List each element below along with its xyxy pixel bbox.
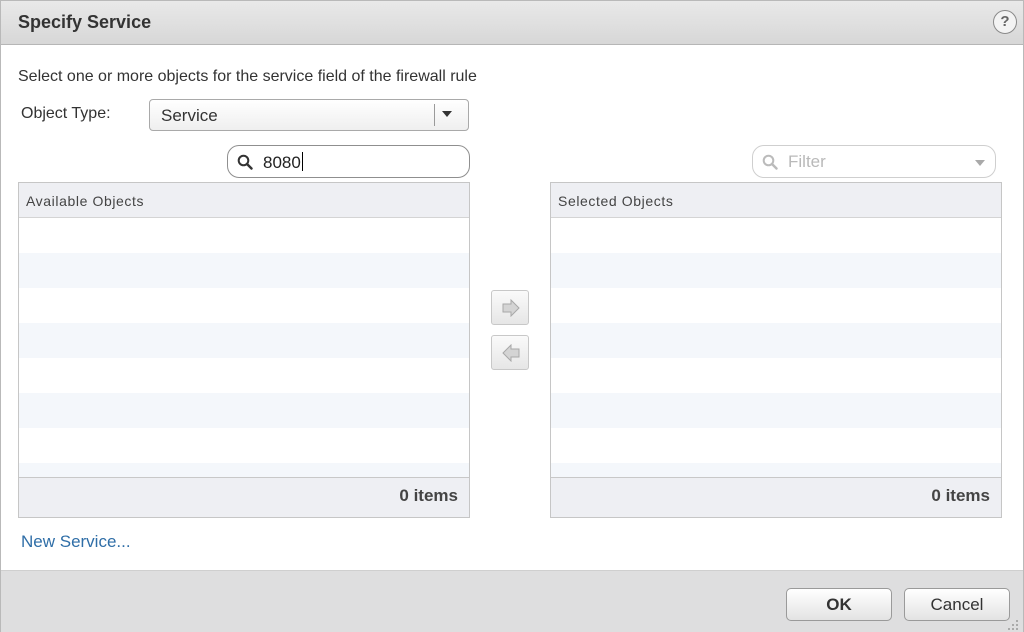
list-row [551,323,1001,358]
available-objects-panel: Available Objects 0 items [18,182,470,518]
list-row [19,428,469,463]
instructions-text: Select one or more objects for the servi… [18,68,477,85]
selected-objects-header[interactable]: Selected Objects [551,183,1001,218]
selected-objects-footer: 0 items [551,477,1001,517]
filter-input[interactable]: Filter [752,145,996,178]
filter-placeholder: Filter [788,152,826,171]
cancel-button[interactable]: Cancel [904,588,1010,621]
available-objects-title: Available Objects [26,193,145,209]
selected-objects-panel: Selected Objects 0 items [550,182,1002,518]
list-row [19,358,469,393]
list-row [19,393,469,428]
selected-objects-list[interactable] [551,218,1001,478]
add-to-selected-button[interactable] [491,290,529,325]
select-divider [434,104,435,126]
remove-from-selected-button[interactable] [491,335,529,370]
chevron-down-icon[interactable] [442,111,452,117]
object-type-value: Service [161,106,218,125]
list-row [19,323,469,358]
new-service-link[interactable]: New Service... [21,532,131,552]
resize-grip-icon[interactable] [1005,619,1019,631]
dialog-title: Specify Service [18,12,152,32]
arrow-left-icon [502,344,520,362]
text-caret [301,152,303,171]
search-value: 8080 [263,152,303,173]
list-row [19,463,469,478]
object-type-label: Object Type: [21,105,111,122]
list-row [551,288,1001,323]
search-text: 8080 [263,153,301,172]
list-row [19,253,469,288]
list-row [551,428,1001,463]
available-objects-header[interactable]: Available Objects [19,183,469,218]
filter-search-icon [762,154,778,170]
ok-button[interactable]: OK [786,588,892,621]
specify-service-dialog: Specify Service ? Select one or more obj… [0,0,1024,632]
list-row [551,393,1001,428]
available-item-count: 0 items [399,486,458,505]
list-row [551,358,1001,393]
available-objects-list[interactable] [19,218,469,478]
list-row [551,218,1001,253]
list-row [551,253,1001,288]
search-icon [237,154,253,170]
available-objects-footer: 0 items [19,477,469,517]
selected-objects-title: Selected Objects [558,193,674,209]
filter-chevron-down-icon[interactable] [975,160,985,166]
arrow-right-icon [502,299,520,317]
search-input[interactable]: 8080 [227,145,470,178]
help-icon[interactable]: ? [993,10,1017,34]
list-row [19,218,469,253]
dialog-titlebar: Specify Service ? [1,1,1023,45]
selected-item-count: 0 items [931,486,990,505]
list-row [19,288,469,323]
list-row [551,463,1001,478]
dialog-footer: OK Cancel [1,570,1023,632]
object-type-select[interactable]: Service [149,99,469,131]
